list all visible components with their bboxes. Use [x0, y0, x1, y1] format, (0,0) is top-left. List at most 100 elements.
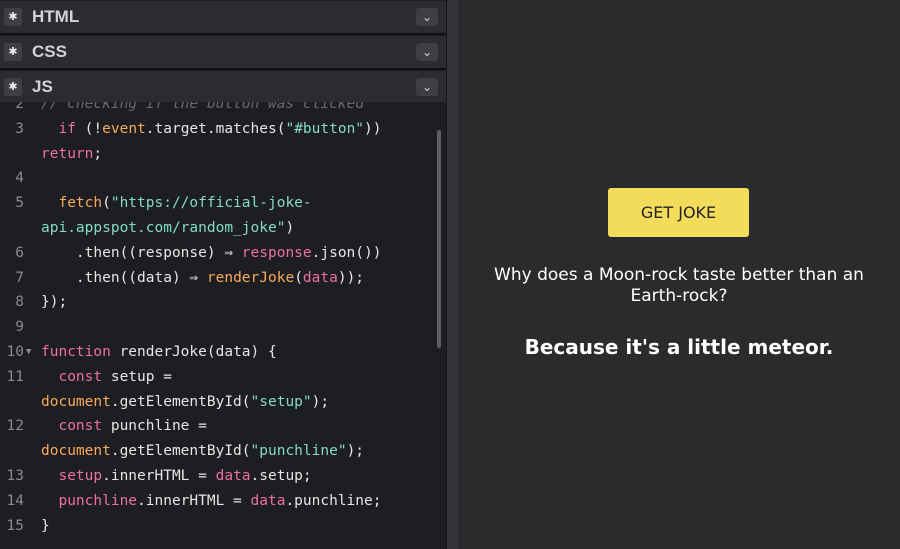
joke-setup: Why does a Moon-rock taste better than a…	[494, 265, 864, 306]
code-line[interactable]: 11 const setup =	[0, 365, 446, 390]
gear-icon[interactable]: ✱	[4, 43, 22, 61]
code-token: return	[41, 145, 94, 162]
code-text: .then((response) ⇒ response.json())	[41, 241, 382, 266]
code-token: document	[41, 393, 111, 410]
code-token: "setup"	[250, 393, 312, 410]
fold-arrow-icon[interactable]: ▼	[26, 340, 36, 365]
code-token: .punchline;	[285, 492, 382, 509]
code-text: // Checking if the button was clicked	[41, 102, 364, 117]
code-line[interactable]: 13 setup.innerHTML = data.setup;	[0, 464, 446, 489]
get-joke-button[interactable]: GET JOKE	[608, 188, 749, 237]
code-token: )	[285, 220, 295, 236]
line-number: 6	[15, 244, 24, 261]
line-number: 8	[15, 294, 24, 311]
code-token: }	[41, 517, 50, 534]
code-token: if	[41, 120, 85, 137]
code-line[interactable]: 6 .then((response) ⇒ response.json())	[0, 241, 446, 266]
code-token: ;	[93, 145, 103, 162]
code-token: function	[41, 344, 120, 360]
code-line[interactable]: 7 .then((data) ⇒ renderJoke(data));	[0, 266, 446, 291]
css-panel-header[interactable]: ✱ CSS ⌄	[0, 36, 446, 68]
result-preview: GET JOKE Why does a Moon-rock taste bett…	[458, 0, 900, 549]
code-token: punchline	[41, 492, 138, 509]
code-token: const	[41, 418, 111, 435]
html-panel-header[interactable]: ✱ HTML ⌄	[0, 1, 446, 33]
code-text: if (!event.target.matches("#button"))	[41, 117, 381, 142]
code-token: fetch	[41, 195, 103, 212]
css-panel-title: CSS	[32, 42, 67, 61]
code-token: data	[250, 492, 286, 509]
code-text: const punchline =	[41, 414, 207, 439]
code-token: (!	[84, 120, 103, 137]
code-text: document.getElementById("punchline");	[41, 439, 364, 464]
code-token: const	[41, 368, 111, 385]
code-token: renderJoke	[206, 269, 295, 286]
code-line[interactable]: api.appspot.com/random_joke")	[0, 216, 446, 241]
panel-divider	[0, 33, 446, 35]
code-line[interactable]: 14 punchline.innerHTML = data.punchline;	[0, 489, 446, 514]
code-text: const setup =	[41, 365, 172, 390]
code-token: .then((data) ⇒	[41, 269, 207, 286]
line-number: 2	[15, 102, 24, 112]
code-line[interactable]: 8});	[0, 290, 446, 315]
chevron-down-icon[interactable]: ⌄	[416, 78, 438, 96]
line-number: 12	[6, 418, 24, 435]
code-line[interactable]: 5 fetch("https://official-joke-	[0, 191, 446, 216]
code-token: data	[215, 468, 251, 484]
line-number: 14	[6, 492, 24, 509]
js-code-area[interactable]: 2 // Checking if the button was clicked 3 …	[0, 102, 446, 549]
code-token: .target.matches(	[145, 120, 286, 137]
code-token: });	[41, 294, 68, 311]
code-line[interactable]: document.getElementById("setup");	[0, 390, 446, 415]
joke-punchline: Because it's a little meteor.	[524, 335, 834, 359]
line-number: 9	[15, 319, 24, 336]
code-text: setup.innerHTML = data.setup;	[41, 464, 312, 489]
line-number: 10	[6, 344, 24, 360]
chevron-down-icon[interactable]: ⌄	[416, 8, 438, 26]
code-token: setup	[41, 468, 103, 484]
code-line[interactable]: 9	[0, 315, 446, 340]
pane-resize-handle[interactable]	[446, 0, 458, 549]
code-token: // Checking if the button was clicked	[41, 102, 365, 112]
line-number: 13	[6, 468, 24, 484]
code-line[interactable]: return;	[0, 142, 446, 167]
code-text: api.appspot.com/random_joke")	[41, 216, 294, 241]
code-token: ));	[337, 269, 365, 286]
code-token: );	[311, 393, 330, 410]
code-token: event	[102, 120, 146, 137]
code-text: .then((data) ⇒ renderJoke(data));	[41, 266, 364, 291]
code-token: punchline =	[110, 418, 207, 435]
code-token: "#button"	[285, 120, 365, 137]
code-token: document	[41, 443, 111, 460]
code-line[interactable]: 15}	[0, 514, 446, 539]
code-token: .setup;	[250, 468, 312, 484]
chevron-down-icon[interactable]: ⌄	[416, 43, 438, 61]
code-editor: ✱ HTML ⌄ ✱ CSS ⌄ ✱ JS ⌄ 2 // Checking if …	[0, 0, 446, 549]
code-line[interactable]: document.getElementById("punchline");	[0, 439, 446, 464]
code-line[interactable]: 3 if (!event.target.matches("#button"))	[0, 117, 446, 142]
code-text: });	[41, 290, 67, 315]
code-line[interactable]: 12 const punchline =	[0, 414, 446, 439]
gear-icon[interactable]: ✱	[4, 78, 22, 96]
code-token: api.appspot.com/random_joke"	[41, 220, 286, 236]
code-line[interactable]: 10 ▼ function renderJoke(data) {	[0, 340, 446, 365]
code-token: "punchline"	[250, 443, 347, 460]
code-token: data	[302, 269, 338, 286]
line-number: 7	[15, 269, 24, 286]
code-line[interactable]: 4	[0, 166, 446, 191]
line-number: 11	[6, 368, 24, 385]
code-text: document.getElementById("setup");	[41, 390, 329, 415]
line-number: 3	[15, 120, 24, 137]
vertical-scrollbar[interactable]	[437, 130, 441, 348]
code-token: .getElementById(	[110, 443, 251, 460]
code-line[interactable]: 2 // Checking if the button was clicked	[0, 102, 446, 117]
code-token: .innerHTML =	[102, 468, 216, 484]
code-text: function renderJoke(data) {	[41, 340, 277, 365]
code-text: fetch("https://official-joke-	[41, 191, 311, 216]
code-token: .getElementById(	[110, 393, 251, 410]
code-token: response	[241, 244, 312, 261]
code-token: .innerHTML =	[137, 492, 251, 509]
gear-icon[interactable]: ✱	[4, 8, 22, 26]
line-number: 15	[6, 517, 24, 534]
js-panel-header[interactable]: ✱ JS ⌄	[0, 71, 446, 103]
